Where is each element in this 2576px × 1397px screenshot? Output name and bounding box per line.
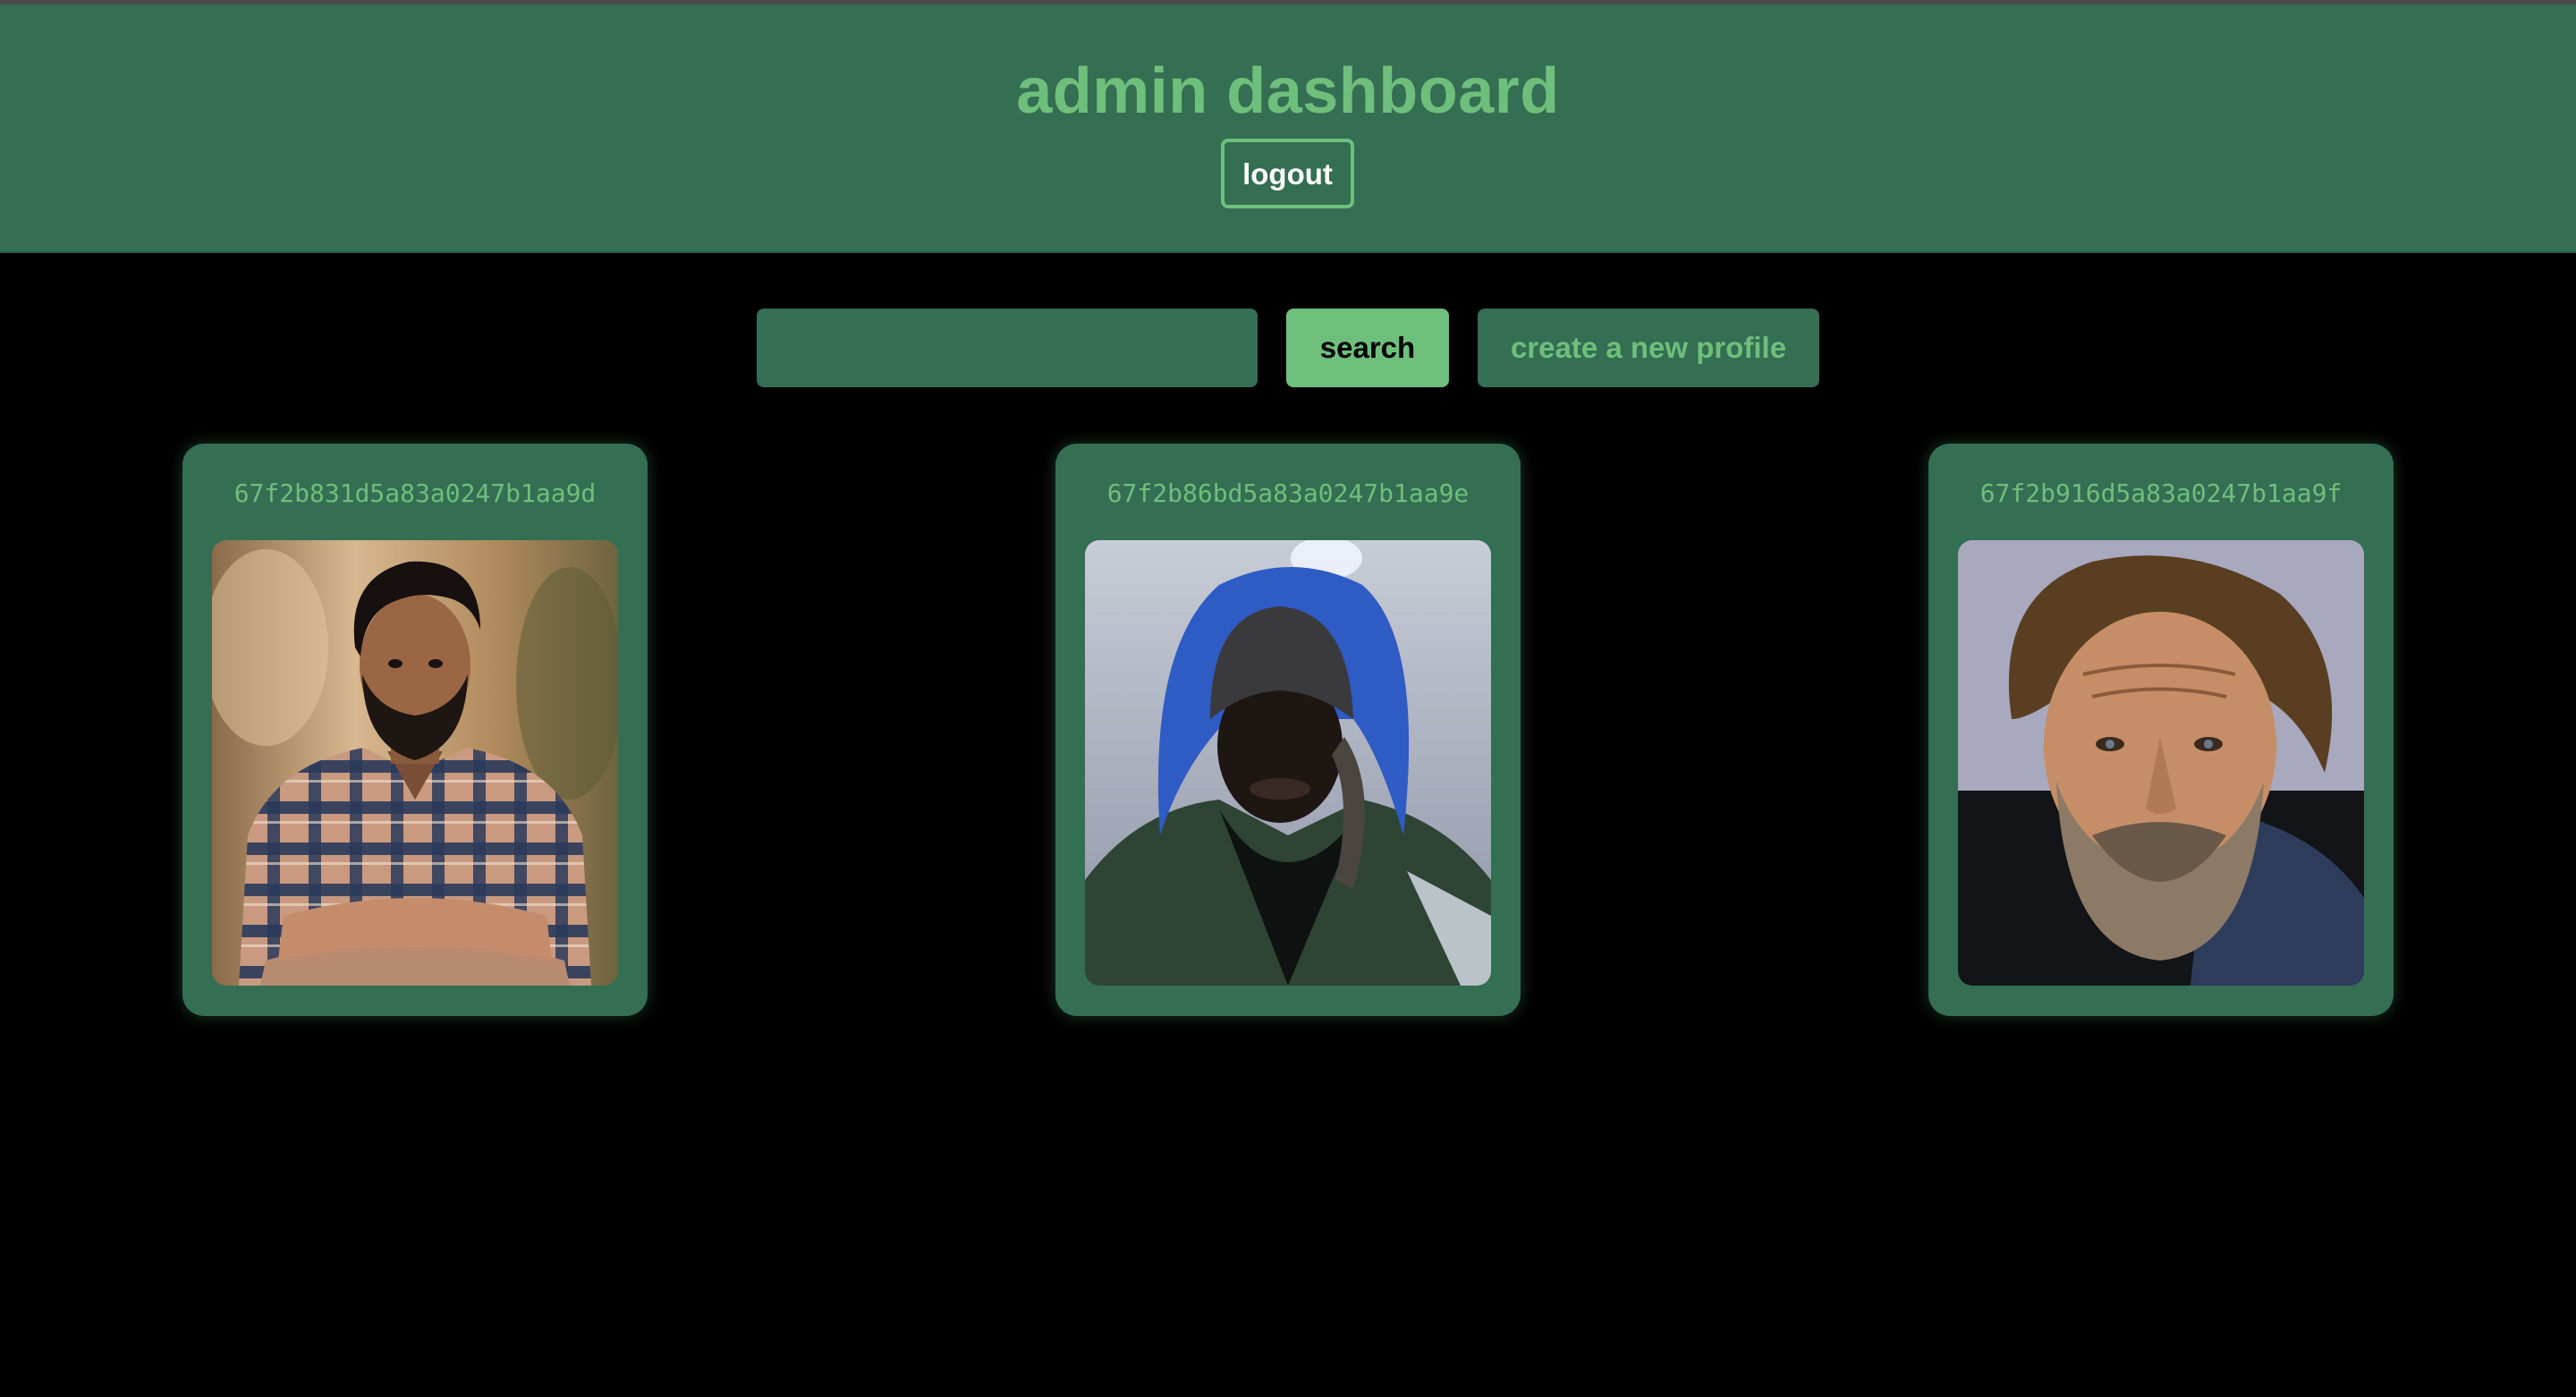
page-title: admin dashboard	[1016, 55, 1560, 127]
profile-photo[interactable]	[1958, 540, 2364, 986]
profile-id: 67f2b916d5a83a0247b1aa9f	[1979, 478, 2343, 508]
profile-photo[interactable]	[212, 540, 618, 986]
create-profile-button[interactable]: create a new profile	[1478, 309, 1819, 387]
profile-id: 67f2b86bd5a83a0247b1aa9e	[1106, 478, 1470, 508]
page-header: admin dashboard logout	[0, 4, 2576, 253]
search-input[interactable]	[757, 309, 1258, 387]
profile-card[interactable]: 67f2b86bd5a83a0247b1aa9e	[1055, 444, 1521, 1016]
profile-card[interactable]: 67f2b916d5a83a0247b1aa9f	[1928, 444, 2394, 1016]
profile-id: 67f2b831d5a83a0247b1aa9d	[233, 478, 597, 508]
search-button[interactable]: search	[1286, 309, 1449, 387]
logout-button[interactable]: logout	[1221, 139, 1354, 208]
profile-photo[interactable]	[1085, 540, 1491, 986]
profile-card[interactable]: 67f2b831d5a83a0247b1aa9d	[182, 444, 648, 1016]
